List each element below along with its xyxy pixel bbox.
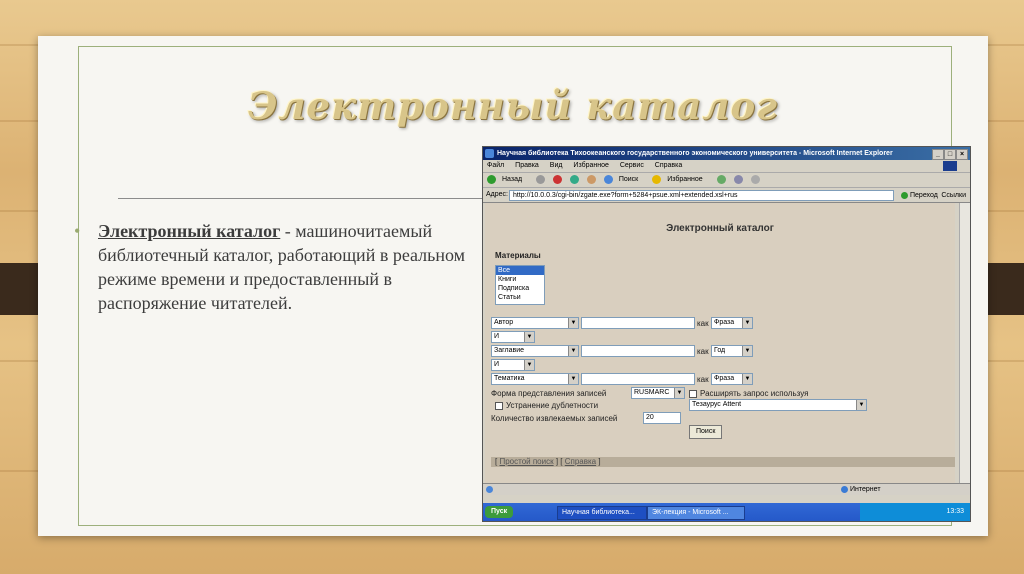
windows-logo-icon (943, 161, 957, 171)
mode1-select[interactable]: Фраза ▼ (711, 317, 753, 329)
browser-title-bar: Научная библиотека Тихоокеанского госуда… (483, 147, 970, 160)
field2-select[interactable]: Заглавие ▼ (491, 345, 579, 357)
bracket-sep: ] [ (555, 457, 563, 466)
home-icon[interactable] (586, 174, 596, 184)
menu-edit[interactable]: Правка (515, 162, 539, 169)
mode3-select[interactable]: Фраза ▼ (711, 373, 753, 385)
chevron-down-icon: ▼ (524, 332, 534, 342)
globe-icon (841, 485, 848, 493)
catalog-page: Электронный каталог Материалы Все Книги … (485, 203, 955, 483)
toolbar: Назад Поиск Избранное (483, 173, 970, 188)
ie-icon (485, 149, 494, 158)
kak-label-2: как (697, 347, 709, 356)
bullet-term: Электронный каталог (98, 221, 281, 241)
materials-listbox[interactable]: Все Книги Подписка Статьи (495, 265, 545, 305)
search-submit-button[interactable]: Поиск (689, 425, 723, 439)
slide: Электронный каталог • Электронный катало… (38, 36, 988, 536)
chevron-down-icon: ▼ (856, 400, 866, 410)
go-arrow-icon (901, 191, 908, 199)
checkbox-icon (689, 389, 697, 398)
material-option-subscription[interactable]: Подписка (496, 284, 544, 293)
material-option-articles[interactable]: Статьи (496, 293, 544, 302)
print-icon[interactable] (750, 174, 760, 184)
material-option-books[interactable]: Книги (496, 275, 544, 284)
browser-screenshot: Научная библиотека Тихоокеанского госуда… (482, 146, 971, 522)
materials-label: Материалы (495, 251, 541, 260)
history-icon[interactable] (716, 174, 726, 184)
mode2-select[interactable]: Год ▼ (711, 345, 753, 357)
menu-file[interactable]: Файл (487, 162, 504, 169)
chevron-down-icon: ▼ (742, 318, 752, 328)
taskbar-item-library[interactable]: Научная библиотека... (557, 506, 647, 520)
checkbox-icon (495, 401, 503, 410)
simple-search-link[interactable]: Простой поиск (499, 457, 553, 466)
kak-label-3: как (697, 375, 709, 384)
menu-tools[interactable]: Сервис (620, 162, 644, 169)
vertical-scrollbar[interactable] (959, 203, 970, 483)
chevron-down-icon: ▼ (524, 360, 534, 370)
help-link[interactable]: Справка (565, 457, 596, 466)
bracket-close: ] (598, 457, 601, 466)
forward-arrow-icon[interactable] (536, 174, 546, 184)
back-arrow-icon (487, 174, 496, 184)
search-button[interactable]: Поиск (603, 174, 644, 184)
go-button[interactable]: Переход (901, 189, 938, 203)
chevron-down-icon: ▼ (742, 374, 752, 384)
expand-checkbox[interactable]: Расширять запрос используя (689, 389, 808, 398)
page-icon (486, 485, 493, 493)
refresh-icon[interactable] (569, 174, 579, 184)
links-button[interactable]: Ссылки (941, 189, 966, 203)
operator1-select[interactable]: И ▼ (491, 331, 535, 343)
page-heading: Электронный каталог (666, 223, 774, 234)
bullet-dot: • (74, 221, 81, 241)
menu-help[interactable]: Справка (655, 162, 682, 169)
maximize-button[interactable]: □ (944, 149, 956, 160)
chevron-down-icon: ▼ (568, 346, 578, 356)
field1-select[interactable]: Автор ▼ (491, 317, 579, 329)
address-bar: Адрес: http://10.0.0.3/cgi-bin/zgate.exe… (483, 188, 970, 203)
query3-input[interactable] (581, 373, 695, 385)
taskbar-clock: 13:33 (860, 503, 970, 521)
kak-label-1: как (697, 319, 709, 328)
mail-icon[interactable] (733, 174, 743, 184)
slide-title: Электронный каталог (248, 84, 778, 128)
internet-zone: Интернет (841, 484, 881, 495)
taskbar-item-lecture[interactable]: ЭК-лекция - Microsoft ... (647, 506, 745, 520)
format-label: Форма представления записей (491, 389, 607, 398)
favorites-button[interactable]: Избранное (652, 174, 708, 184)
chevron-down-icon: ▼ (674, 388, 684, 398)
thesaurus-select[interactable]: Тезаурус Attent ▼ (689, 399, 867, 411)
chevron-down-icon: ▼ (742, 346, 752, 356)
count-label: Количество извлекаемых записей (491, 414, 618, 423)
menu-bar: Файл Правка Вид Избранное Сервис Справка (483, 160, 970, 173)
taskbar: Пуск Научная библиотека... ЭК-лекция - M… (483, 503, 970, 521)
search-icon (603, 174, 613, 184)
back-button[interactable]: Назад (487, 174, 528, 184)
close-button[interactable]: × (956, 149, 968, 160)
chevron-down-icon: ▼ (568, 318, 578, 328)
stop-icon[interactable] (552, 174, 562, 184)
menu-favorites[interactable]: Избранное (573, 162, 608, 169)
browser-window-title: Научная библиотека Тихоокеанского госуда… (497, 150, 893, 157)
operator2-select[interactable]: И ▼ (491, 359, 535, 371)
bottom-links-bar: [ Простой поиск ] [ Справка ] (491, 457, 955, 467)
bracket-open: [ (495, 457, 498, 466)
dedupe-checkbox[interactable]: Устранение дублетности (495, 401, 598, 410)
field3-select[interactable]: Тематика ▼ (491, 373, 579, 385)
query2-input[interactable] (581, 345, 695, 357)
minimize-button[interactable]: _ (932, 149, 944, 160)
chevron-down-icon: ▼ (568, 374, 578, 384)
start-button[interactable]: Пуск (485, 506, 514, 518)
address-label: Адрес: (486, 191, 508, 198)
material-option-all[interactable]: Все (496, 266, 544, 275)
menu-view[interactable]: Вид (550, 162, 563, 169)
format-select[interactable]: RUSMARC ▼ (631, 387, 685, 399)
count-input[interactable]: 20 (643, 412, 681, 424)
title-rule (118, 198, 498, 199)
status-bar: Интернет (483, 483, 970, 495)
address-input[interactable]: http://10.0.0.3/cgi-bin/zgate.exe?form+5… (509, 190, 894, 201)
star-icon (652, 174, 662, 184)
query1-input[interactable] (581, 317, 695, 329)
